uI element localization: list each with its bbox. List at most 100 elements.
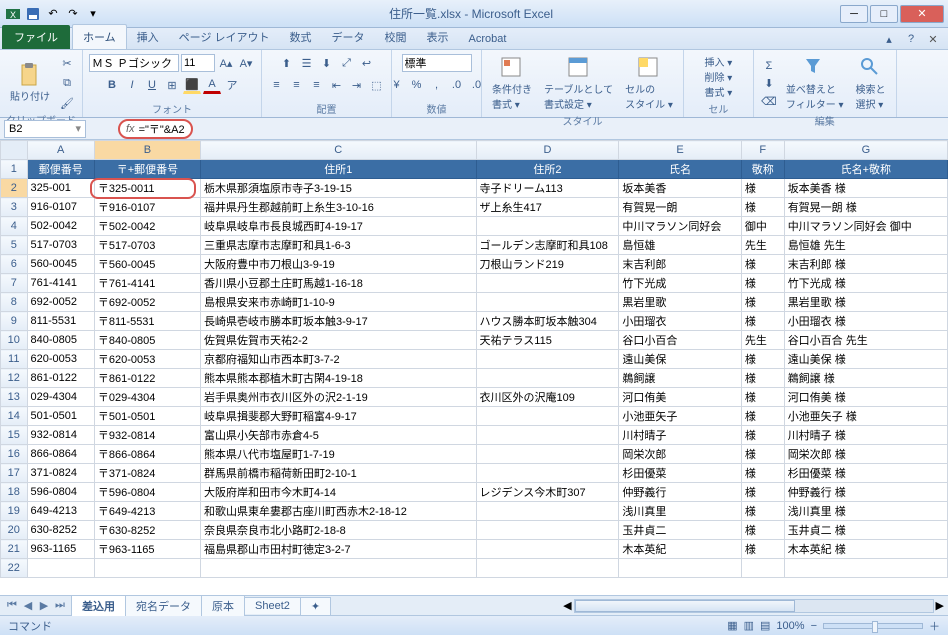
- header-cell[interactable]: 敬称: [741, 160, 784, 179]
- row-header[interactable]: 16: [1, 445, 28, 464]
- cell[interactable]: 先生: [741, 236, 784, 255]
- cell[interactable]: 熊本県八代市塩屋町1-7-19: [201, 445, 477, 464]
- cell[interactable]: 木本英紀 様: [784, 540, 947, 559]
- cell[interactable]: 大阪府豊中市刀根山3-9-19: [201, 255, 477, 274]
- col-header[interactable]: G: [784, 141, 947, 160]
- grid[interactable]: A B C D E F G 1郵便番号〒+郵便番号住所1住所2氏名敬称氏名+敬称…: [0, 140, 948, 578]
- comma-icon[interactable]: ,: [428, 76, 446, 94]
- cell[interactable]: [476, 350, 619, 369]
- cell[interactable]: 様: [741, 255, 784, 274]
- align-middle-icon[interactable]: ☰: [298, 54, 316, 72]
- align-center-icon[interactable]: ≡: [288, 76, 306, 94]
- cell[interactable]: 福井県丹生郡越前町上糸生3-10-16: [201, 198, 477, 217]
- cell[interactable]: 小田瑠衣 様: [784, 312, 947, 331]
- cell[interactable]: 866-0864: [27, 445, 94, 464]
- cell[interactable]: 杉田優菜 様: [784, 464, 947, 483]
- hscroll-right-icon[interactable]: ▶: [936, 599, 944, 612]
- col-header[interactable]: A: [27, 141, 94, 160]
- format-as-table-button[interactable]: テーブルとして 書式設定 ▾: [540, 54, 617, 113]
- fill-icon[interactable]: ⬇: [760, 75, 778, 93]
- cell[interactable]: 岡栄次郎 様: [784, 445, 947, 464]
- decrease-indent-icon[interactable]: ⇤: [328, 76, 346, 94]
- cell[interactable]: 有賀晃一朗: [619, 198, 741, 217]
- row-header[interactable]: 15: [1, 426, 28, 445]
- cell[interactable]: 島恒雄: [619, 236, 741, 255]
- name-box[interactable]: B2▾: [4, 120, 86, 138]
- cell[interactable]: 様: [741, 407, 784, 426]
- cell[interactable]: 島根県安来市赤崎町1-10-9: [201, 293, 477, 312]
- file-tab[interactable]: ファイル: [2, 25, 70, 49]
- cell[interactable]: 〒501-0501: [94, 407, 200, 426]
- cell[interactable]: 630-8252: [27, 521, 94, 540]
- cell[interactable]: 様: [741, 179, 784, 198]
- cell[interactable]: 様: [741, 502, 784, 521]
- cell[interactable]: 916-0107: [27, 198, 94, 217]
- row-header[interactable]: 4: [1, 217, 28, 236]
- tab-review[interactable]: 校閲: [375, 25, 417, 49]
- cell[interactable]: 〒502-0042: [94, 217, 200, 236]
- cell[interactable]: 〒866-0864: [94, 445, 200, 464]
- view-pagelayout-icon[interactable]: ▥: [744, 619, 754, 632]
- currency-icon[interactable]: ¥: [388, 76, 406, 94]
- cell[interactable]: 先生: [741, 331, 784, 350]
- cell[interactable]: 〒811-5531: [94, 312, 200, 331]
- cell[interactable]: 〒916-0107: [94, 198, 200, 217]
- align-right-icon[interactable]: ≡: [308, 76, 326, 94]
- row-header[interactable]: 19: [1, 502, 28, 521]
- cell[interactable]: [784, 559, 947, 578]
- cell[interactable]: 河口侑美: [619, 388, 741, 407]
- cell[interactable]: 岐阜県岐阜市長良城西町4-19-17: [201, 217, 477, 236]
- cell[interactable]: [741, 559, 784, 578]
- col-header[interactable]: B: [94, 141, 200, 160]
- cell[interactable]: 長崎県壱岐市勝本町坂本触3-9-17: [201, 312, 477, 331]
- tab-insert[interactable]: 挿入: [127, 25, 169, 49]
- row-header[interactable]: 3: [1, 198, 28, 217]
- cell[interactable]: 〒029-4304: [94, 388, 200, 407]
- cell[interactable]: 様: [741, 540, 784, 559]
- cell[interactable]: 〒630-8252: [94, 521, 200, 540]
- cell[interactable]: 岡栄次郎: [619, 445, 741, 464]
- format-cells-button[interactable]: 書式 ▾: [705, 84, 733, 99]
- fill-color-button[interactable]: ⬛: [183, 76, 201, 94]
- col-header[interactable]: D: [476, 141, 619, 160]
- first-sheet-icon[interactable]: ⏮: [4, 599, 20, 612]
- minimize-button[interactable]: ─: [840, 5, 868, 23]
- cell[interactable]: [476, 521, 619, 540]
- cell[interactable]: 〒649-4213: [94, 502, 200, 521]
- qat-dropdown-icon[interactable]: ▾: [84, 5, 102, 23]
- row-header[interactable]: 7: [1, 274, 28, 293]
- cell[interactable]: 〒325-0011: [94, 179, 200, 198]
- cell[interactable]: 刀根山ランド219: [476, 255, 619, 274]
- maximize-button[interactable]: □: [870, 5, 898, 23]
- cell[interactable]: 様: [741, 198, 784, 217]
- row-header[interactable]: 17: [1, 464, 28, 483]
- cell[interactable]: 坂本美香: [619, 179, 741, 198]
- redo-icon[interactable]: ↷: [64, 5, 82, 23]
- next-sheet-icon[interactable]: ▶: [36, 599, 52, 612]
- row-header[interactable]: 22: [1, 559, 28, 578]
- tab-data[interactable]: データ: [322, 25, 375, 49]
- cell[interactable]: ハウス勝本町坂本触304: [476, 312, 619, 331]
- cell[interactable]: 衣川区外の沢庵109: [476, 388, 619, 407]
- header-cell[interactable]: 住所1: [201, 160, 477, 179]
- cell[interactable]: 中川マラソン同好会 御中: [784, 217, 947, 236]
- cell[interactable]: ゴールデン志摩町和具108: [476, 236, 619, 255]
- cell[interactable]: 鵜飼譲 様: [784, 369, 947, 388]
- header-cell[interactable]: 氏名: [619, 160, 741, 179]
- minimize-ribbon-icon[interactable]: ▴: [880, 33, 898, 49]
- border-button[interactable]: ⊞: [163, 76, 181, 94]
- cut-icon[interactable]: ✂: [58, 54, 76, 72]
- align-bottom-icon[interactable]: ⬇: [318, 54, 336, 72]
- cell[interactable]: [476, 540, 619, 559]
- cell[interactable]: 坂本美香 様: [784, 179, 947, 198]
- cell[interactable]: [476, 217, 619, 236]
- find-select-button[interactable]: 検索と 選択 ▾: [852, 54, 890, 113]
- cell[interactable]: 香川県小豆郡土庄町馬越1-16-18: [201, 274, 477, 293]
- decrease-font-icon[interactable]: A▾: [237, 54, 255, 72]
- cell[interactable]: [94, 559, 200, 578]
- last-sheet-icon[interactable]: ⏭: [52, 599, 68, 612]
- cell[interactable]: 天祐テラス115: [476, 331, 619, 350]
- cell[interactable]: [476, 293, 619, 312]
- cell[interactable]: 様: [741, 312, 784, 331]
- sheet-tab[interactable]: Sheet2: [244, 597, 301, 614]
